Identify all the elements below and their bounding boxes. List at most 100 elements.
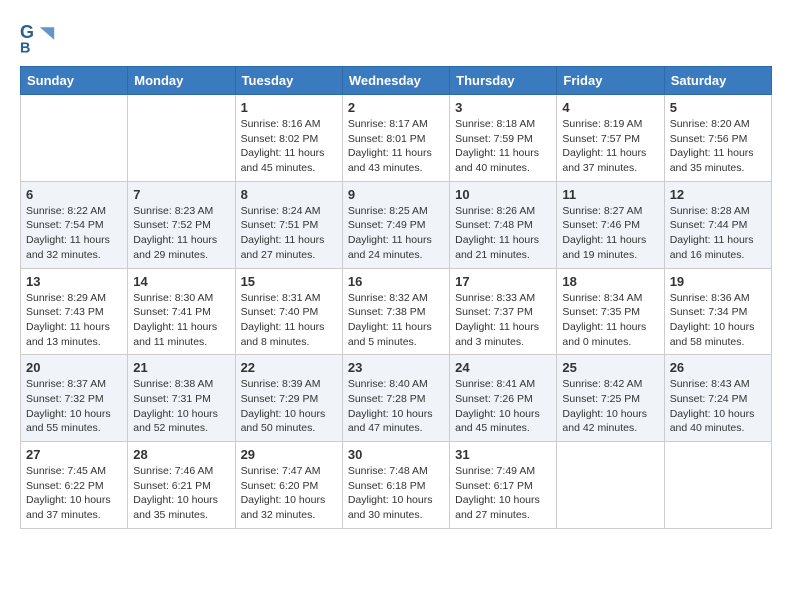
- week-row-2: 6 Sunrise: 8:22 AMSunset: 7:54 PMDaylight…: [21, 181, 772, 268]
- svg-text:B: B: [20, 40, 30, 56]
- day-number: 3: [455, 100, 551, 115]
- day-detail: Sunrise: 8:24 AMSunset: 7:51 PMDaylight:…: [241, 204, 337, 263]
- day-cell-2: 2 Sunrise: 8:17 AMSunset: 8:01 PMDaylight…: [342, 95, 449, 182]
- day-number: 23: [348, 360, 444, 375]
- day-cell-24: 24 Sunrise: 8:41 AMSunset: 7:26 PMDayligh…: [450, 355, 557, 442]
- day-cell-10: 10 Sunrise: 8:26 AMSunset: 7:48 PMDayligh…: [450, 181, 557, 268]
- day-number: 14: [133, 274, 229, 289]
- day-number: 22: [241, 360, 337, 375]
- col-header-saturday: Saturday: [664, 67, 771, 95]
- day-cell-31: 31Sunrise: 7:49 AMSunset: 6:17 PMDayligh…: [450, 442, 557, 529]
- day-detail: Sunrise: 7:46 AMSunset: 6:21 PMDaylight:…: [133, 464, 229, 523]
- day-detail: Sunrise: 7:45 AMSunset: 6:22 PMDaylight:…: [26, 464, 122, 523]
- day-detail: Sunrise: 8:42 AMSunset: 7:25 PMDaylight:…: [562, 377, 658, 436]
- col-header-sunday: Sunday: [21, 67, 128, 95]
- day-number: 29: [241, 447, 337, 462]
- day-cell-6: 6 Sunrise: 8:22 AMSunset: 7:54 PMDaylight…: [21, 181, 128, 268]
- day-cell-27: 27 Sunrise: 7:45 AMSunset: 6:22 PMDayligh…: [21, 442, 128, 529]
- day-number: 4: [562, 100, 658, 115]
- day-cell-22: 22Sunrise: 8:39 AMSunset: 7:29 PMDayligh…: [235, 355, 342, 442]
- day-cell-25: 25 Sunrise: 8:42 AMSunset: 7:25 PMDayligh…: [557, 355, 664, 442]
- day-detail: Sunrise: 8:31 AMSunset: 7:40 PMDaylight:…: [241, 291, 337, 350]
- col-header-monday: Monday: [128, 67, 235, 95]
- header-row: SundayMondayTuesdayWednesdayThursdayFrid…: [21, 67, 772, 95]
- calendar-table: SundayMondayTuesdayWednesdayThursdayFrid…: [20, 66, 772, 529]
- day-number: 15: [241, 274, 337, 289]
- day-cell-1: 1 Sunrise: 8:16 AMSunset: 8:02 PMDaylight…: [235, 95, 342, 182]
- day-detail: Sunrise: 8:25 AMSunset: 7:49 PMDaylight:…: [348, 204, 444, 263]
- day-cell-21: 21 Sunrise: 8:38 AMSunset: 7:31 PMDayligh…: [128, 355, 235, 442]
- day-detail: Sunrise: 8:33 AMSunset: 7:37 PMDaylight:…: [455, 291, 551, 350]
- day-number: 7: [133, 187, 229, 202]
- day-number: 17: [455, 274, 551, 289]
- day-cell-26: 26 Sunrise: 8:43 AMSunset: 7:24 PMDayligh…: [664, 355, 771, 442]
- day-number: 19: [670, 274, 766, 289]
- day-number: 13: [26, 274, 122, 289]
- day-cell-13: 13Sunrise: 8:29 AMSunset: 7:43 PMDayligh…: [21, 268, 128, 355]
- day-number: 24: [455, 360, 551, 375]
- day-cell-16: 16Sunrise: 8:32 AMSunset: 7:38 PMDayligh…: [342, 268, 449, 355]
- day-cell-14: 14 Sunrise: 8:30 AMSunset: 7:41 PMDayligh…: [128, 268, 235, 355]
- day-detail: Sunrise: 8:28 AMSunset: 7:44 PMDaylight:…: [670, 204, 766, 263]
- col-header-tuesday: Tuesday: [235, 67, 342, 95]
- day-detail: Sunrise: 8:30 AMSunset: 7:41 PMDaylight:…: [133, 291, 229, 350]
- day-detail: Sunrise: 8:19 AMSunset: 7:57 PMDaylight:…: [562, 117, 658, 176]
- day-number: 25: [562, 360, 658, 375]
- day-detail: Sunrise: 8:41 AMSunset: 7:26 PMDaylight:…: [455, 377, 551, 436]
- day-number: 28: [133, 447, 229, 462]
- empty-cell: [21, 95, 128, 182]
- day-detail: Sunrise: 8:43 AMSunset: 7:24 PMDaylight:…: [670, 377, 766, 436]
- day-cell-20: 20 Sunrise: 8:37 AMSunset: 7:32 PMDayligh…: [21, 355, 128, 442]
- day-detail: Sunrise: 8:16 AMSunset: 8:02 PMDaylight:…: [241, 117, 337, 176]
- col-header-wednesday: Wednesday: [342, 67, 449, 95]
- day-number: 21: [133, 360, 229, 375]
- week-row-3: 13Sunrise: 8:29 AMSunset: 7:43 PMDayligh…: [21, 268, 772, 355]
- day-cell-28: 28 Sunrise: 7:46 AMSunset: 6:21 PMDayligh…: [128, 442, 235, 529]
- day-number: 10: [455, 187, 551, 202]
- day-detail: Sunrise: 8:17 AMSunset: 8:01 PMDaylight:…: [348, 117, 444, 176]
- day-cell-8: 8 Sunrise: 8:24 AMSunset: 7:51 PMDaylight…: [235, 181, 342, 268]
- day-detail: Sunrise: 8:38 AMSunset: 7:31 PMDaylight:…: [133, 377, 229, 436]
- day-cell-11: 11 Sunrise: 8:27 AMSunset: 7:46 PMDayligh…: [557, 181, 664, 268]
- day-detail: Sunrise: 7:47 AMSunset: 6:20 PMDaylight:…: [241, 464, 337, 523]
- day-number: 5: [670, 100, 766, 115]
- week-row-5: 27 Sunrise: 7:45 AMSunset: 6:22 PMDayligh…: [21, 442, 772, 529]
- day-number: 6: [26, 187, 122, 202]
- day-number: 8: [241, 187, 337, 202]
- day-cell-23: 23 Sunrise: 8:40 AMSunset: 7:28 PMDayligh…: [342, 355, 449, 442]
- day-detail: Sunrise: 8:26 AMSunset: 7:48 PMDaylight:…: [455, 204, 551, 263]
- day-number: 18: [562, 274, 658, 289]
- day-detail: Sunrise: 8:27 AMSunset: 7:46 PMDaylight:…: [562, 204, 658, 263]
- logo: G B: [20, 20, 60, 56]
- day-number: 20: [26, 360, 122, 375]
- day-number: 11: [562, 187, 658, 202]
- col-header-friday: Friday: [557, 67, 664, 95]
- day-detail: Sunrise: 8:23 AMSunset: 7:52 PMDaylight:…: [133, 204, 229, 263]
- empty-cell: [664, 442, 771, 529]
- day-cell-9: 9Sunrise: 8:25 AMSunset: 7:49 PMDaylight…: [342, 181, 449, 268]
- svg-text:G: G: [20, 22, 34, 42]
- day-number: 2: [348, 100, 444, 115]
- day-detail: Sunrise: 8:34 AMSunset: 7:35 PMDaylight:…: [562, 291, 658, 350]
- day-detail: Sunrise: 8:18 AMSunset: 7:59 PMDaylight:…: [455, 117, 551, 176]
- empty-cell: [128, 95, 235, 182]
- day-detail: Sunrise: 8:22 AMSunset: 7:54 PMDaylight:…: [26, 204, 122, 263]
- logo-icon: G B: [20, 20, 56, 56]
- day-detail: Sunrise: 8:37 AMSunset: 7:32 PMDaylight:…: [26, 377, 122, 436]
- day-detail: Sunrise: 8:20 AMSunset: 7:56 PMDaylight:…: [670, 117, 766, 176]
- day-cell-19: 19Sunrise: 8:36 AMSunset: 7:34 PMDayligh…: [664, 268, 771, 355]
- day-cell-15: 15 Sunrise: 8:31 AMSunset: 7:40 PMDayligh…: [235, 268, 342, 355]
- day-cell-3: 3 Sunrise: 8:18 AMSunset: 7:59 PMDaylight…: [450, 95, 557, 182]
- day-cell-17: 17 Sunrise: 8:33 AMSunset: 7:37 PMDayligh…: [450, 268, 557, 355]
- day-cell-12: 12Sunrise: 8:28 AMSunset: 7:44 PMDayligh…: [664, 181, 771, 268]
- day-number: 30: [348, 447, 444, 462]
- day-detail: Sunrise: 8:40 AMSunset: 7:28 PMDaylight:…: [348, 377, 444, 436]
- day-number: 27: [26, 447, 122, 462]
- day-number: 26: [670, 360, 766, 375]
- day-detail: Sunrise: 7:49 AMSunset: 6:17 PMDaylight:…: [455, 464, 551, 523]
- day-cell-18: 18 Sunrise: 8:34 AMSunset: 7:35 PMDayligh…: [557, 268, 664, 355]
- day-cell-30: 30Sunrise: 7:48 AMSunset: 6:18 PMDayligh…: [342, 442, 449, 529]
- week-row-1: 1 Sunrise: 8:16 AMSunset: 8:02 PMDaylight…: [21, 95, 772, 182]
- day-number: 1: [241, 100, 337, 115]
- day-cell-29: 29 Sunrise: 7:47 AMSunset: 6:20 PMDayligh…: [235, 442, 342, 529]
